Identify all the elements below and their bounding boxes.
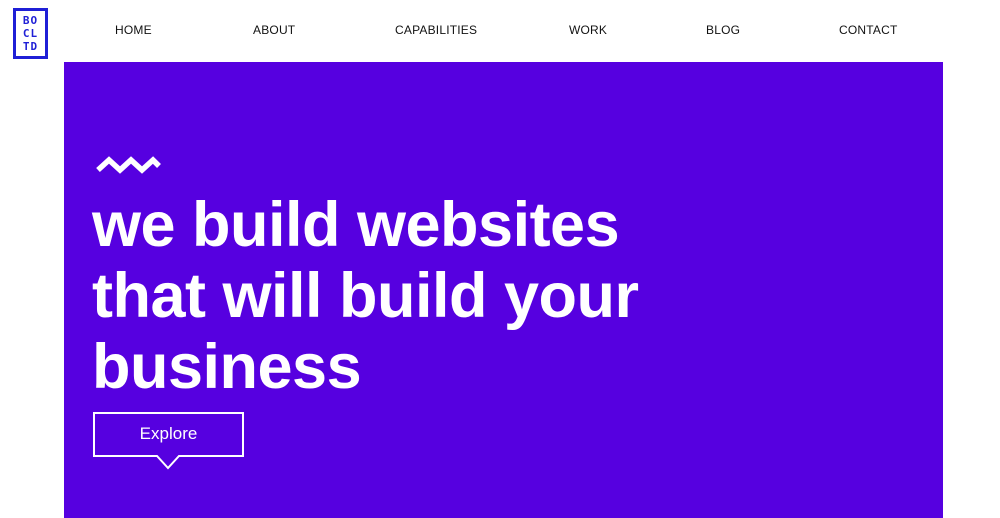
headline-line: we build websites (92, 190, 620, 260)
hero-headline: we build websites that will build your b… (92, 190, 639, 403)
explore-button[interactable]: Explore (93, 412, 244, 476)
headline-line: that will build your (92, 261, 639, 331)
headline-line: business (92, 332, 362, 402)
nav-item-blog[interactable]: BLOG (706, 23, 740, 37)
main-nav: HOME ABOUT CAPABILITIES WORK BLOG CONTAC… (0, 0, 1000, 62)
nav-item-work[interactable]: WORK (569, 23, 607, 37)
zigzag-wave-icon (96, 156, 161, 174)
explore-button-label: Explore (139, 424, 198, 443)
page: BO CL TD HOME ABOUT CAPABILITIES WORK BL… (0, 0, 1000, 518)
nav-item-contact[interactable]: CONTACT (839, 23, 898, 37)
nav-item-about[interactable]: ABOUT (253, 23, 295, 37)
nav-item-home[interactable]: HOME (115, 23, 152, 37)
hero-section: we build websites that will build your b… (64, 62, 943, 518)
nav-item-capabilities[interactable]: CAPABILITIES (395, 23, 477, 37)
